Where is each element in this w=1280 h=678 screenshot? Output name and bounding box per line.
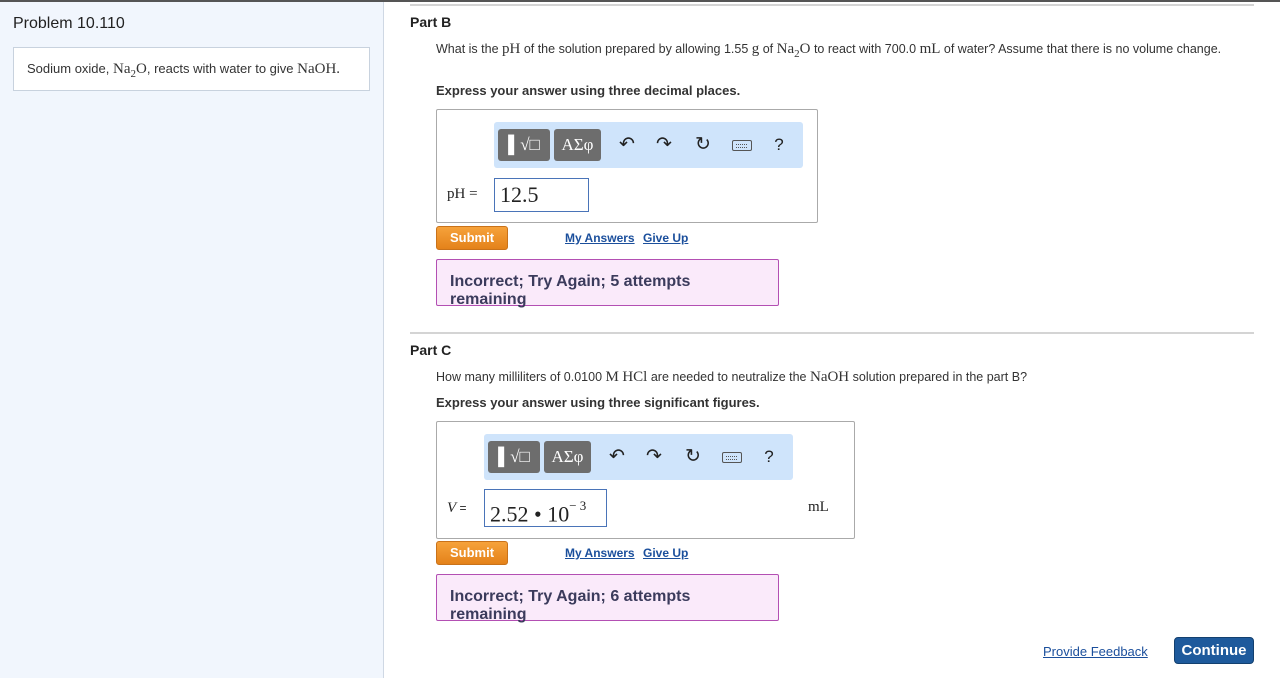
part-b-instruction: Express your answer using three decimal … — [436, 83, 741, 98]
greek-symbols-button[interactable]: ΑΣφ — [544, 441, 591, 473]
part-c-give-up-link[interactable]: Give Up — [643, 546, 688, 560]
undo-icon[interactable]: ↶ — [604, 444, 630, 470]
part-c-question: How many milliliters of 0.0100 M HCl are… — [436, 369, 1028, 385]
part-b-give-up-link[interactable]: Give Up — [643, 231, 688, 245]
part-b-answer-input[interactable]: 12.5 — [494, 178, 589, 212]
formula-na2o: Na2O — [113, 61, 147, 80]
part-b-title: Part B — [410, 14, 452, 30]
provide-feedback-link[interactable]: Provide Feedback — [1043, 644, 1148, 659]
part-c-feedback: Incorrect; Try Again; 6 attempts remaini… — [436, 574, 779, 623]
part-b-separator — [410, 4, 1254, 6]
undo-icon[interactable]: ↶ — [614, 132, 640, 158]
problem-sidebar: Problem 10.110 Sodium oxide, Na2O, react… — [0, 2, 384, 678]
part-b-my-answers-link[interactable]: My Answers — [565, 231, 635, 245]
redo-icon[interactable]: ↷ — [651, 132, 677, 158]
part-c-answer-input[interactable]: 2.52 • 10− 3 — [484, 489, 607, 527]
intro-text: Sodium oxide, — [27, 61, 113, 76]
redo-icon[interactable]: ↷ — [641, 444, 667, 470]
part-c-instruction: Express your answer using three signific… — [436, 395, 760, 410]
part-b-submit-button[interactable]: Submit — [436, 226, 508, 250]
reset-icon[interactable]: ↻ — [690, 132, 716, 158]
help-icon[interactable]: ? — [766, 132, 792, 158]
problem-title: Problem 10.110 — [13, 15, 125, 32]
part-b-question: What is the pH of the solution prepared … — [436, 41, 1222, 60]
problem-intro: Sodium oxide, Na2O, reacts with water to… — [13, 47, 370, 91]
part-c-separator — [410, 332, 1254, 334]
part-b-feedback: Incorrect; Try Again; 5 attempts remaini… — [436, 259, 779, 308]
part-c-math-toolbar: ▌√□ ΑΣφ ↶ ↷ ↻ ? — [484, 434, 793, 480]
keyboard-icon[interactable] — [722, 452, 742, 463]
greek-symbols-button[interactable]: ΑΣφ — [554, 129, 601, 161]
templates-button[interactable]: ▌√□ — [498, 129, 550, 161]
keyboard-icon[interactable] — [732, 140, 752, 151]
formula-naoh: NaOH — [297, 61, 337, 77]
part-b-variable-label: pH = — [447, 186, 478, 202]
reset-icon[interactable]: ↻ — [680, 444, 706, 470]
part-c-my-answers-link[interactable]: My Answers — [565, 546, 635, 560]
continue-button[interactable]: Continue — [1174, 637, 1254, 664]
help-icon[interactable]: ? — [756, 444, 782, 470]
part-b-answer-box: ▌√□ ΑΣφ ↶ ↷ ↻ ? pH = 12.5 — [436, 109, 818, 223]
part-c-submit-button[interactable]: Submit — [436, 541, 508, 565]
part-c-title: Part C — [410, 342, 452, 358]
templates-button[interactable]: ▌√□ — [488, 441, 540, 473]
part-c-unit-label: mL — [808, 499, 829, 515]
part-b-math-toolbar: ▌√□ ΑΣφ ↶ ↷ ↻ ? — [494, 122, 803, 168]
part-c-variable-label: V = — [447, 500, 467, 516]
part-c-answer-box: ▌√□ ΑΣφ ↶ ↷ ↻ ? V = 2.52 • 10− 3 mL — [436, 421, 855, 539]
